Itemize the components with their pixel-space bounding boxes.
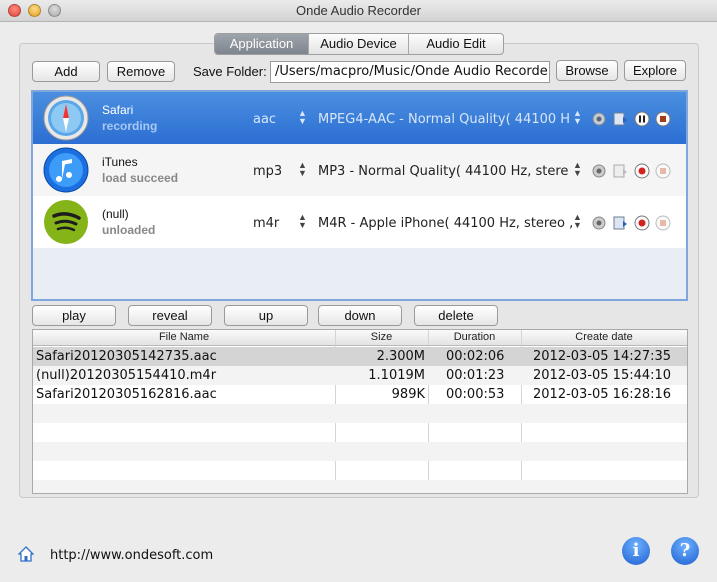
quality-select[interactable]: MPEG4-AAC - Normal Quality( 44100 H (318, 112, 580, 127)
browse-button[interactable]: Browse (556, 60, 618, 81)
cell-create-date: 2012-03-05 16:28:16 (533, 387, 672, 402)
delete-button[interactable]: delete (414, 305, 498, 326)
help-icon[interactable]: ? (671, 537, 699, 565)
table-row[interactable]: Safari20120305162816.aac 989K 00:00:53 2… (33, 385, 687, 404)
stop-icon[interactable] (655, 215, 671, 231)
cell-file-name: Safari20120305162816.aac (36, 387, 217, 402)
cell-duration: 00:01:23 (446, 368, 505, 383)
home-icon[interactable] (18, 546, 34, 562)
recordings-table[interactable]: File Name Size Duration Create date Safa… (32, 329, 688, 494)
record-icon[interactable] (634, 163, 650, 179)
edit-document-icon[interactable] (612, 215, 628, 231)
gear-icon[interactable] (591, 111, 607, 127)
application-status: load succeed (102, 171, 179, 185)
gear-icon[interactable] (591, 163, 607, 179)
empty-table-row (33, 442, 687, 461)
quality-select-arrows-icon[interactable]: ▲ ▼ (573, 109, 582, 126)
remove-button[interactable]: Remove (107, 61, 175, 82)
application-status: recording (102, 119, 158, 133)
edit-document-icon[interactable] (612, 163, 628, 179)
application-row-itunes[interactable]: iTunes load succeed mp3 ▲ ▼ MP3 - Normal … (33, 144, 686, 196)
pause-icon[interactable] (634, 111, 650, 127)
up-button[interactable]: up (224, 305, 308, 326)
empty-table-row (33, 480, 687, 493)
column-header-file-name[interactable]: File Name (33, 331, 335, 343)
cell-create-date: 2012-03-05 14:27:35 (533, 349, 672, 364)
format-select-arrows-icon[interactable]: ▲ ▼ (298, 213, 307, 230)
empty-table-row (33, 423, 687, 442)
quality-select-arrows-icon[interactable]: ▲ ▼ (573, 161, 582, 178)
tab-audio-edit[interactable]: Audio Edit (409, 34, 503, 54)
format-select[interactable]: mp3 (253, 164, 303, 179)
cell-create-date: 2012-03-05 15:44:10 (533, 368, 672, 383)
edit-document-icon[interactable] (612, 111, 628, 127)
down-button[interactable]: down (318, 305, 402, 326)
stop-icon[interactable] (655, 111, 671, 127)
cell-file-name: Safari20120305142735.aac (36, 349, 217, 364)
quality-select-arrows-icon[interactable]: ▲ ▼ (573, 213, 582, 230)
empty-table-row (33, 461, 687, 480)
application-name: iTunes (102, 155, 138, 169)
cell-duration: 00:00:53 (446, 387, 505, 402)
application-name: (null) (102, 207, 129, 221)
quality-select[interactable]: MP3 - Normal Quality( 44100 Hz, stere (318, 164, 580, 179)
window-title: Onde Audio Recorder (295, 3, 422, 18)
table-row[interactable]: (null)20120305154410.m4r 1.1019M 00:01:2… (33, 366, 687, 385)
stop-icon[interactable] (655, 163, 671, 179)
itunes-icon (43, 147, 89, 193)
spotify-icon (44, 200, 88, 244)
cell-size: 1.1019M (368, 368, 425, 383)
save-folder-field[interactable]: /Users/macpro/Music/Onde Audio Recorde (270, 61, 550, 83)
application-row-null[interactable]: (null) unloaded m4r ▲ ▼ M4R - Apple iPhon… (33, 196, 686, 248)
cell-size: 2.300M (376, 349, 425, 364)
empty-table-row (33, 404, 687, 423)
format-select-arrows-icon[interactable]: ▲ ▼ (298, 109, 307, 126)
tab-audio-device[interactable]: Audio Device (309, 34, 409, 54)
application-list[interactable]: Safari recording aac ▲ ▼ MPEG4-AAC - Norm… (31, 90, 688, 301)
info-icon[interactable]: i (622, 537, 650, 565)
gear-icon[interactable] (591, 215, 607, 231)
table-header: File Name Size Duration Create date (33, 330, 687, 346)
application-name: Safari (102, 103, 134, 117)
format-select[interactable]: aac (253, 112, 303, 127)
record-icon[interactable] (634, 215, 650, 231)
title-bar: Onde Audio Recorder (0, 0, 717, 22)
column-header-create-date[interactable]: Create date (521, 331, 687, 343)
cell-file-name: (null)20120305154410.m4r (36, 368, 217, 383)
format-select-arrows-icon[interactable]: ▲ ▼ (298, 161, 307, 178)
safari-icon (43, 95, 89, 141)
play-button[interactable]: play (32, 305, 116, 326)
explore-button[interactable]: Explore (624, 60, 686, 81)
website-link[interactable]: http://www.ondesoft.com (50, 548, 213, 563)
application-row-safari[interactable]: Safari recording aac ▲ ▼ MPEG4-AAC - Norm… (33, 92, 686, 144)
tab-bar: Application Audio Device Audio Edit (214, 33, 504, 55)
table-row[interactable]: Safari20120305142735.aac 2.300M 00:02:06… (33, 347, 687, 366)
application-status: unloaded (102, 223, 156, 237)
save-folder-label: Save Folder: (193, 64, 267, 79)
format-select[interactable]: m4r (253, 216, 303, 231)
cell-size: 989K (391, 387, 425, 402)
column-header-duration[interactable]: Duration (428, 331, 521, 343)
column-header-size[interactable]: Size (335, 331, 428, 343)
quality-select[interactable]: M4R - Apple iPhone( 44100 Hz, stereo , (318, 216, 580, 231)
tab-application[interactable]: Application (215, 34, 309, 54)
cell-duration: 00:02:06 (446, 349, 505, 364)
reveal-button[interactable]: reveal (128, 305, 212, 326)
add-button[interactable]: Add (32, 61, 100, 82)
